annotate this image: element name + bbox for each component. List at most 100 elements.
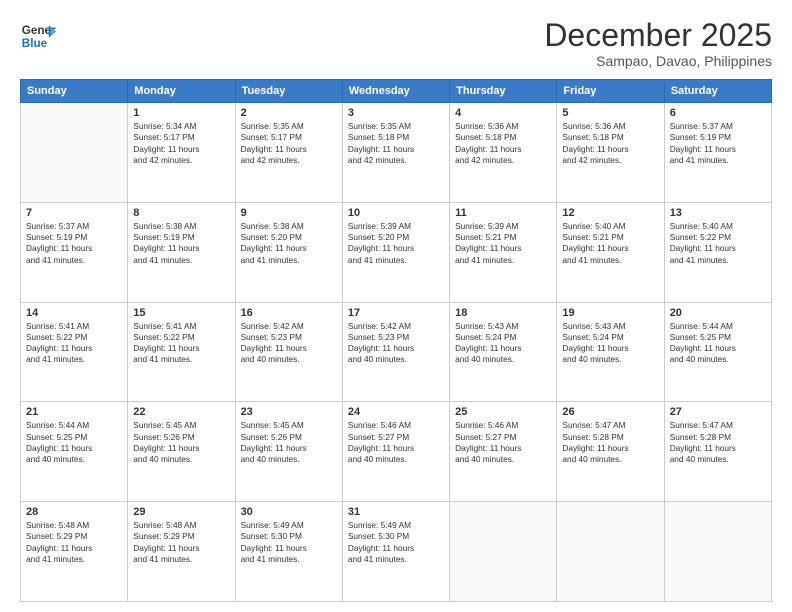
weekday-header-cell: Saturday — [664, 80, 771, 103]
calendar-day-cell: 31Sunrise: 5:49 AMSunset: 5:30 PMDayligh… — [342, 502, 449, 602]
calendar-day-cell: 27 Sunrise: 5:47 AMSunset: 5:28 PMDayligh… — [664, 402, 771, 502]
logo-icon: General Blue — [20, 18, 56, 54]
calendar-day-cell: 17 Sunrise: 5:42 AMSunset: 5:23 PMDayligh… — [342, 302, 449, 402]
day-detail: Sunrise: 5:37 AMSunset: 5:19 PMDaylight:… — [26, 221, 122, 266]
day-number: 22 — [133, 406, 229, 418]
calendar-day-cell: 3Sunrise: 5:35 AMSunset: 5:18 PMDaylight… — [342, 103, 449, 203]
weekday-header-cell: Thursday — [450, 80, 557, 103]
day-detail: Sunrise: 5:43 AMSunset: 5:24 PMDaylight:… — [455, 321, 551, 366]
weekday-header-row: SundayMondayTuesdayWednesdayThursdayFrid… — [21, 80, 772, 103]
day-number: 21 — [26, 406, 122, 418]
day-detail: Sunrise: 5:46 AMSunset: 5:27 PMDaylight:… — [455, 420, 551, 465]
weekday-header-cell: Monday — [128, 80, 235, 103]
weekday-header-cell: Wednesday — [342, 80, 449, 103]
day-number: 2 — [241, 107, 337, 119]
day-number: 3 — [348, 107, 444, 119]
calendar-day-cell: 13Sunrise: 5:40 AMSunset: 5:22 PMDayligh… — [664, 202, 771, 302]
day-detail: Sunrise: 5:41 AMSunset: 5:22 PMDaylight:… — [133, 321, 229, 366]
calendar-day-cell: 18Sunrise: 5:43 AMSunset: 5:24 PMDayligh… — [450, 302, 557, 402]
day-number: 27 — [670, 406, 766, 418]
svg-text:Blue: Blue — [22, 37, 48, 50]
day-number: 1 — [133, 107, 229, 119]
weekday-header-cell: Friday — [557, 80, 664, 103]
calendar-day-cell — [664, 502, 771, 602]
calendar-day-cell: 25Sunrise: 5:46 AMSunset: 5:27 PMDayligh… — [450, 402, 557, 502]
calendar-day-cell: 16Sunrise: 5:42 AMSunset: 5:23 PMDayligh… — [235, 302, 342, 402]
calendar-day-cell: 23 Sunrise: 5:45 AMSunset: 5:26 PMDayligh… — [235, 402, 342, 502]
calendar-day-cell: 19Sunrise: 5:43 AMSunset: 5:24 PMDayligh… — [557, 302, 664, 402]
calendar-week-row: 28Sunrise: 5:48 AMSunset: 5:29 PMDayligh… — [21, 502, 772, 602]
calendar-day-cell: 2 Sunrise: 5:35 AMSunset: 5:17 PMDaylight… — [235, 103, 342, 203]
day-detail: Sunrise: 5:44 AMSunset: 5:25 PMDaylight:… — [26, 420, 122, 465]
calendar-day-cell: 8 Sunrise: 5:38 AMSunset: 5:19 PMDaylight… — [128, 202, 235, 302]
calendar-day-cell — [557, 502, 664, 602]
day-detail: Sunrise: 5:44 AMSunset: 5:25 PMDaylight:… — [670, 321, 766, 366]
calendar-day-cell: 20 Sunrise: 5:44 AMSunset: 5:25 PMDayligh… — [664, 302, 771, 402]
weekday-header-cell: Sunday — [21, 80, 128, 103]
calendar-week-row: 21 Sunrise: 5:44 AMSunset: 5:25 PMDayligh… — [21, 402, 772, 502]
calendar-day-cell: 5 Sunrise: 5:36 AMSunset: 5:18 PMDaylight… — [557, 103, 664, 203]
day-detail: Sunrise: 5:42 AMSunset: 5:23 PMDaylight:… — [348, 321, 444, 366]
day-number: 9 — [241, 207, 337, 219]
header: General Blue December 2025 Sampao, Davao… — [20, 18, 772, 69]
day-detail: Sunrise: 5:49 AMSunset: 5:30 PMDaylight:… — [241, 520, 337, 565]
day-detail: Sunrise: 5:43 AMSunset: 5:24 PMDaylight:… — [562, 321, 658, 366]
day-detail: Sunrise: 5:38 AMSunset: 5:20 PMDaylight:… — [241, 221, 337, 266]
day-detail: Sunrise: 5:45 AMSunset: 5:26 PMDaylight:… — [133, 420, 229, 465]
calendar-day-cell: 4 Sunrise: 5:36 AMSunset: 5:18 PMDaylight… — [450, 103, 557, 203]
day-detail: Sunrise: 5:36 AMSunset: 5:18 PMDaylight:… — [455, 121, 551, 166]
day-number: 4 — [455, 107, 551, 119]
day-number: 29 — [133, 506, 229, 518]
calendar-day-cell: 24Sunrise: 5:46 AMSunset: 5:27 PMDayligh… — [342, 402, 449, 502]
day-number: 26 — [562, 406, 658, 418]
day-detail: Sunrise: 5:36 AMSunset: 5:18 PMDaylight:… — [562, 121, 658, 166]
day-number: 15 — [133, 307, 229, 319]
calendar-day-cell: 11Sunrise: 5:39 AMSunset: 5:21 PMDayligh… — [450, 202, 557, 302]
day-detail: Sunrise: 5:39 AMSunset: 5:20 PMDaylight:… — [348, 221, 444, 266]
calendar-day-cell: 26 Sunrise: 5:47 AMSunset: 5:28 PMDayligh… — [557, 402, 664, 502]
day-detail: Sunrise: 5:40 AMSunset: 5:22 PMDaylight:… — [670, 221, 766, 266]
calendar-week-row: 14Sunrise: 5:41 AMSunset: 5:22 PMDayligh… — [21, 302, 772, 402]
day-number: 6 — [670, 107, 766, 119]
calendar-body: 1Sunrise: 5:34 AMSunset: 5:17 PMDaylight… — [21, 103, 772, 602]
calendar-day-cell: 22 Sunrise: 5:45 AMSunset: 5:26 PMDayligh… — [128, 402, 235, 502]
day-number: 8 — [133, 207, 229, 219]
calendar-day-cell: 12 Sunrise: 5:40 AMSunset: 5:21 PMDayligh… — [557, 202, 664, 302]
calendar-day-cell: 7 Sunrise: 5:37 AMSunset: 5:19 PMDaylight… — [21, 202, 128, 302]
calendar-table: SundayMondayTuesdayWednesdayThursdayFrid… — [20, 79, 772, 602]
day-number: 7 — [26, 207, 122, 219]
day-detail: Sunrise: 5:48 AMSunset: 5:29 PMDaylight:… — [133, 520, 229, 565]
day-number: 12 — [562, 207, 658, 219]
day-detail: Sunrise: 5:45 AMSunset: 5:26 PMDaylight:… — [241, 420, 337, 465]
calendar-day-cell: 21 Sunrise: 5:44 AMSunset: 5:25 PMDayligh… — [21, 402, 128, 502]
day-number: 24 — [348, 406, 444, 418]
day-detail: Sunrise: 5:38 AMSunset: 5:19 PMDaylight:… — [133, 221, 229, 266]
day-number: 5 — [562, 107, 658, 119]
day-number: 23 — [241, 406, 337, 418]
calendar-day-cell: 28Sunrise: 5:48 AMSunset: 5:29 PMDayligh… — [21, 502, 128, 602]
calendar-day-cell: 15 Sunrise: 5:41 AMSunset: 5:22 PMDayligh… — [128, 302, 235, 402]
day-detail: Sunrise: 5:40 AMSunset: 5:21 PMDaylight:… — [562, 221, 658, 266]
title-block: December 2025 Sampao, Davao, Philippines — [544, 18, 772, 69]
day-number: 20 — [670, 307, 766, 319]
day-detail: Sunrise: 5:41 AMSunset: 5:22 PMDaylight:… — [26, 321, 122, 366]
calendar-day-cell: 30 Sunrise: 5:49 AMSunset: 5:30 PMDayligh… — [235, 502, 342, 602]
day-number: 17 — [348, 307, 444, 319]
calendar-day-cell — [21, 103, 128, 203]
day-detail: Sunrise: 5:47 AMSunset: 5:28 PMDaylight:… — [670, 420, 766, 465]
calendar-day-cell — [450, 502, 557, 602]
day-detail: Sunrise: 5:35 AMSunset: 5:17 PMDaylight:… — [241, 121, 337, 166]
month-title: December 2025 — [544, 18, 772, 53]
calendar-day-cell: 10Sunrise: 5:39 AMSunset: 5:20 PMDayligh… — [342, 202, 449, 302]
page: General Blue December 2025 Sampao, Davao… — [0, 0, 792, 612]
day-detail: Sunrise: 5:47 AMSunset: 5:28 PMDaylight:… — [562, 420, 658, 465]
calendar-day-cell: 1Sunrise: 5:34 AMSunset: 5:17 PMDaylight… — [128, 103, 235, 203]
calendar-week-row: 7 Sunrise: 5:37 AMSunset: 5:19 PMDaylight… — [21, 202, 772, 302]
day-detail: Sunrise: 5:42 AMSunset: 5:23 PMDaylight:… — [241, 321, 337, 366]
day-detail: Sunrise: 5:37 AMSunset: 5:19 PMDaylight:… — [670, 121, 766, 166]
day-number: 30 — [241, 506, 337, 518]
day-detail: Sunrise: 5:49 AMSunset: 5:30 PMDaylight:… — [348, 520, 444, 565]
day-number: 11 — [455, 207, 551, 219]
calendar-day-cell: 9 Sunrise: 5:38 AMSunset: 5:20 PMDaylight… — [235, 202, 342, 302]
calendar-day-cell: 6 Sunrise: 5:37 AMSunset: 5:19 PMDaylight… — [664, 103, 771, 203]
